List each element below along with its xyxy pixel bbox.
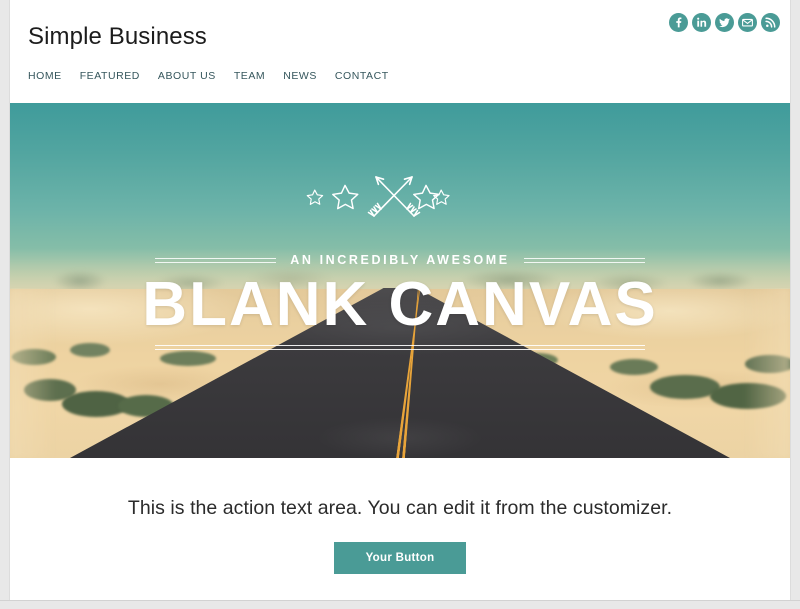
page-container: Simple Business HOME FEATURED ABOUT US T… <box>9 0 791 600</box>
call-to-action-area: This is the action text area. You can ed… <box>10 458 790 600</box>
action-button[interactable]: Your Button <box>334 542 466 574</box>
crossed-arrows-icon <box>306 176 450 217</box>
site-header: Simple Business HOME FEATURED ABOUT US T… <box>10 0 790 103</box>
nav-item-team[interactable]: TEAM <box>234 70 278 82</box>
action-text: This is the action text area. You can ed… <box>127 497 673 519</box>
nav-item-home[interactable]: HOME <box>28 70 75 82</box>
hero-content: AN INCREDIBLY AWESOME BLANK CANVAS <box>10 103 790 458</box>
tagline-rule-left <box>155 257 277 263</box>
linkedin-icon[interactable] <box>692 13 711 32</box>
facebook-icon[interactable] <box>669 13 688 32</box>
main-navigation: HOME FEATURED ABOUT US TEAM NEWS CONTACT <box>28 70 389 82</box>
rss-icon[interactable] <box>761 13 780 32</box>
hero-banner: AN INCREDIBLY AWESOME BLANK CANVAS <box>10 103 790 458</box>
nav-item-news[interactable]: NEWS <box>283 70 330 82</box>
nav-item-about-us[interactable]: ABOUT US <box>158 70 229 82</box>
nav-item-featured[interactable]: FEATURED <box>80 70 153 82</box>
twitter-icon[interactable] <box>715 13 734 32</box>
hero-tagline-row: AN INCREDIBLY AWESOME <box>155 253 645 267</box>
site-title: Simple Business <box>28 23 207 50</box>
page-bottom-strip <box>0 600 800 609</box>
social-links <box>669 13 780 32</box>
hero-title-rule <box>155 345 645 351</box>
nav-item-contact[interactable]: CONTACT <box>335 70 389 82</box>
hero-title: BLANK CANVAS <box>142 270 658 339</box>
hero-tagline: AN INCREDIBLY AWESOME <box>290 253 510 267</box>
email-icon[interactable] <box>738 13 757 32</box>
tagline-rule-right <box>523 257 645 263</box>
